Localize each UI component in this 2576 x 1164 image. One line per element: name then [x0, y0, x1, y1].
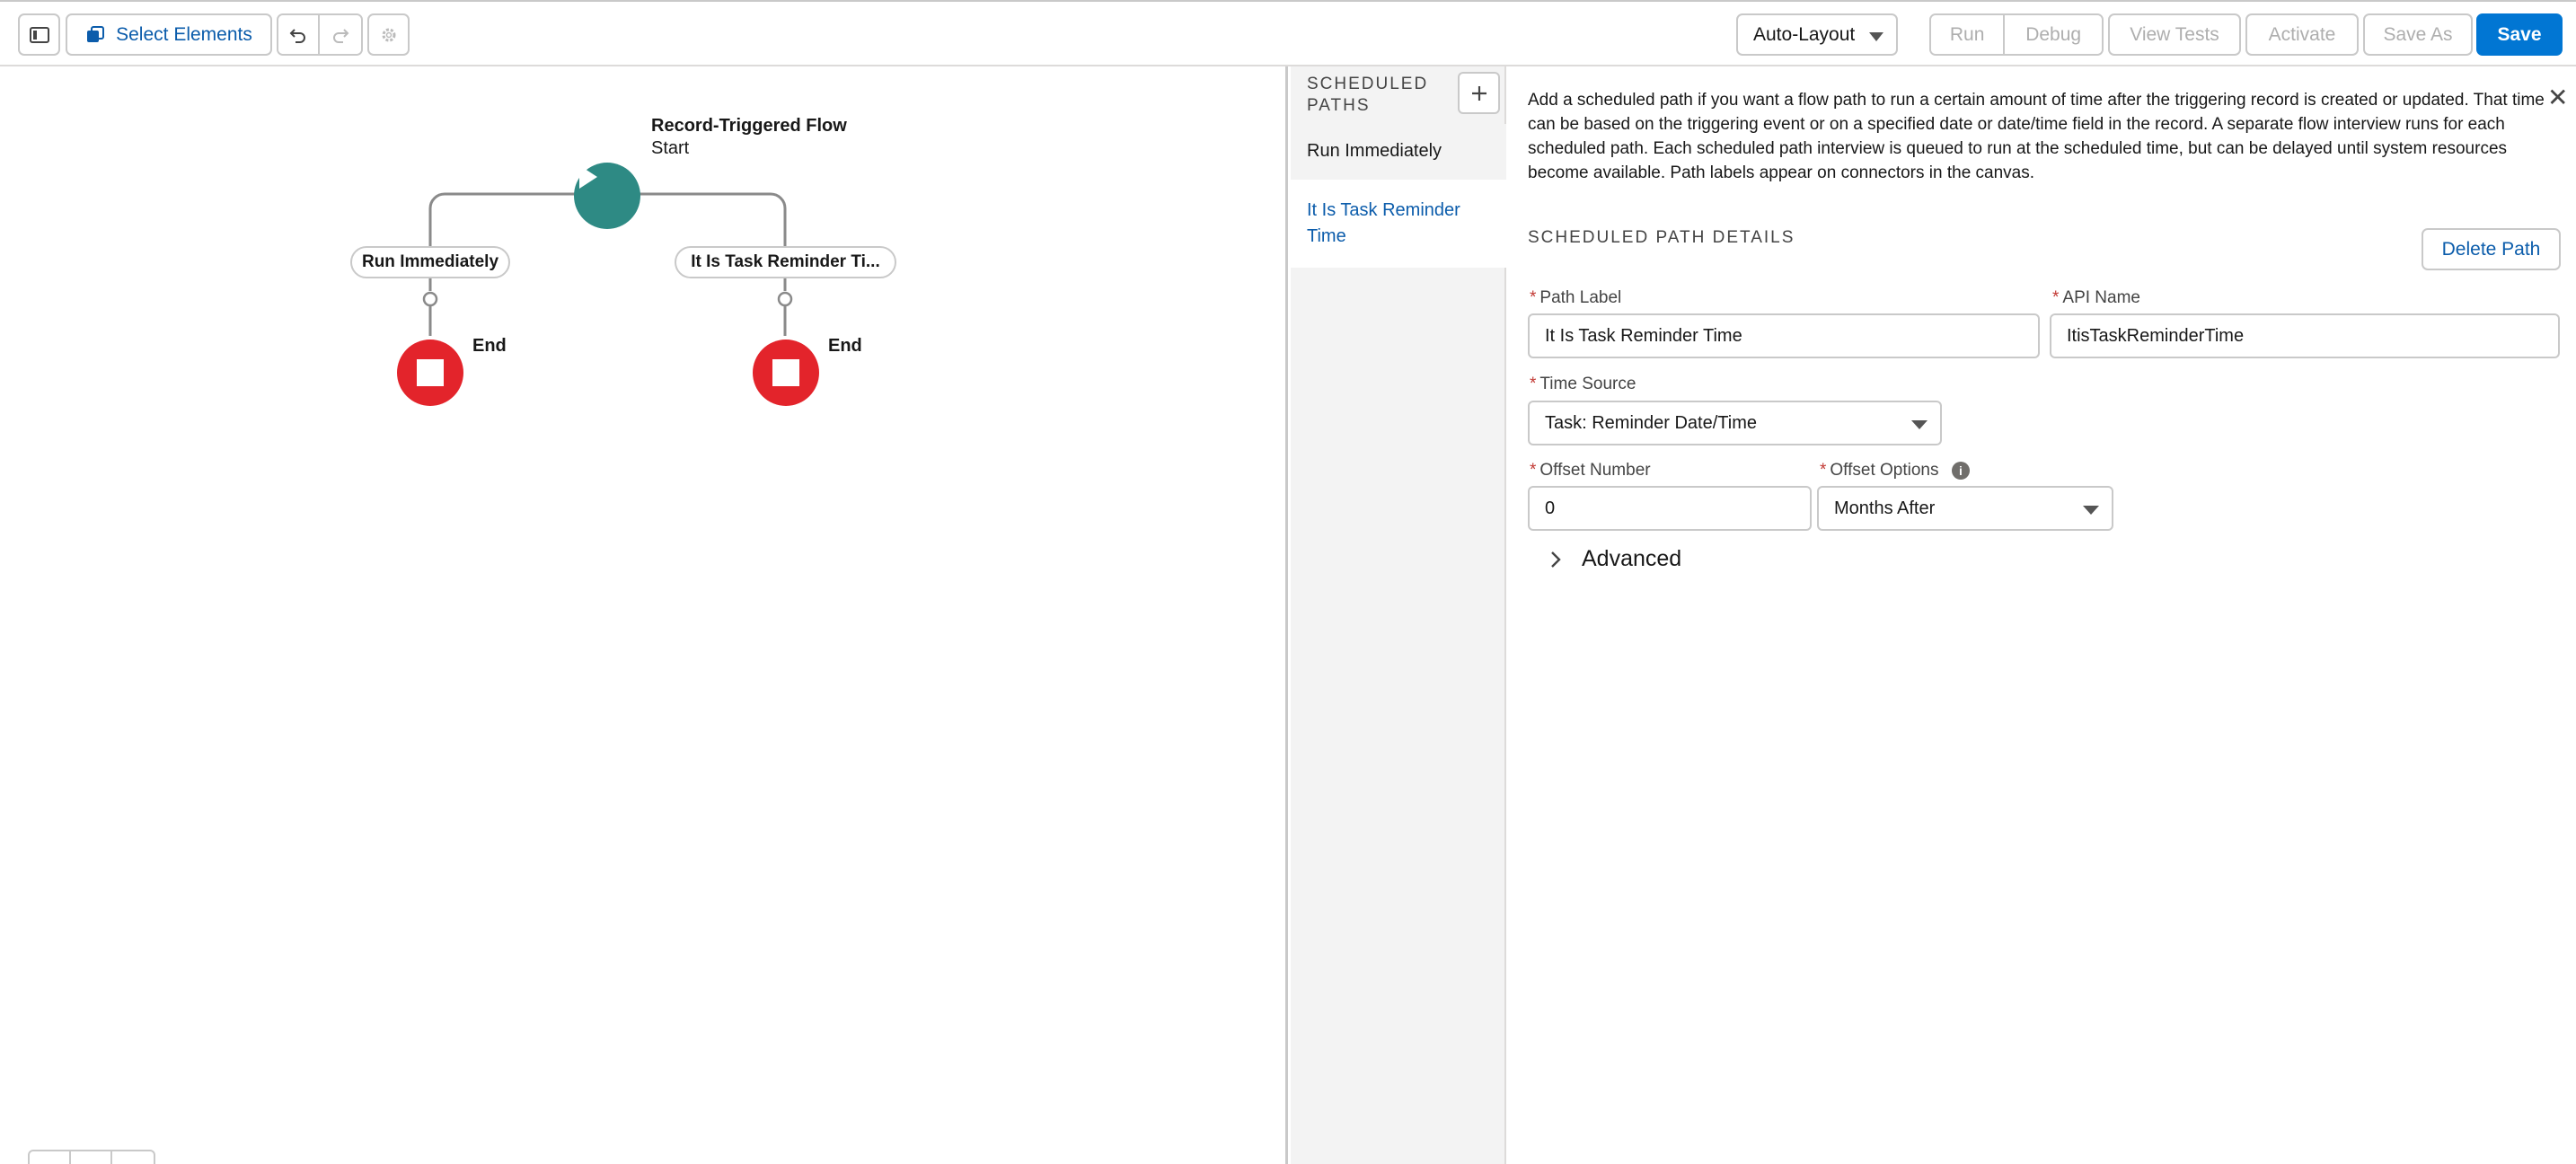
settings-button[interactable] — [367, 13, 410, 56]
info-icon[interactable]: i — [1952, 462, 1970, 480]
path-item-label: Run Immediately — [1307, 141, 1442, 161]
select-elements-button[interactable]: Select Elements — [66, 13, 272, 56]
close-icon[interactable]: ✕ — [2547, 83, 2568, 112]
stop-icon — [772, 359, 799, 386]
connector-left — [428, 192, 575, 246]
advanced-toggle[interactable]: Advanced — [1548, 546, 1681, 572]
path-details-panel: Add a scheduled path if you want a flow … — [1508, 66, 2576, 1164]
offset-number-label: * Offset Number — [1530, 461, 1651, 480]
scheduled-paths-panel: SCHEDULED PATHS Run Immediately It Is Ta… — [1291, 66, 1506, 1164]
api-name-label: * API Name — [2052, 288, 2140, 307]
toolbar: Select Elements Auto-Layout Run Debug Vi… — [0, 0, 2576, 66]
play-icon — [579, 165, 597, 189]
add-element-node-left[interactable] — [422, 291, 438, 307]
delete-path-button[interactable]: Delete Path — [2422, 228, 2561, 270]
start-node-subtitle: Start — [651, 138, 690, 158]
debug-button[interactable]: Debug — [2005, 15, 2102, 54]
path-label-label: * Path Label — [1530, 288, 1622, 307]
zoom-controls — [28, 1150, 155, 1164]
end-node-right[interactable] — [753, 340, 819, 406]
panel-icon — [29, 26, 49, 43]
undo-icon — [289, 28, 305, 43]
toggle-panel-button[interactable] — [18, 13, 60, 56]
undo-button[interactable] — [278, 15, 321, 54]
redo-button[interactable] — [320, 15, 361, 54]
add-scheduled-path-button[interactable] — [1458, 72, 1500, 114]
path-item-label: It Is Task Reminder Time — [1307, 200, 1460, 246]
chevron-right-icon — [1551, 551, 1561, 568]
branch-label-task-reminder[interactable]: It Is Task Reminder Ti... — [675, 246, 896, 278]
start-node-title: Record-Triggered Flow — [651, 116, 847, 136]
end-node-right-label: End — [828, 336, 862, 356]
view-tests-button[interactable]: View Tests — [2108, 13, 2241, 56]
api-name-input[interactable]: ItisTaskReminderTime — [2050, 313, 2560, 358]
start-node[interactable] — [574, 163, 640, 229]
save-button[interactable]: Save — [2476, 13, 2563, 56]
offset-options-label: * Offset Options — [1820, 461, 1939, 480]
layout-select[interactable]: Auto-Layout — [1736, 13, 1898, 56]
zoom-in-button[interactable] — [71, 1151, 112, 1164]
section-title: SCHEDULED PATH DETAILS — [1528, 228, 1795, 247]
flow-canvas[interactable]: Record-Triggered Flow Start Run Immediat… — [0, 66, 1288, 1164]
redo-icon — [333, 28, 349, 43]
save-as-button[interactable]: Save As — [2363, 13, 2473, 56]
description-text: Add a scheduled path if you want a flow … — [1528, 91, 2545, 182]
gear-icon — [382, 28, 395, 41]
layout-select-value: Auto-Layout — [1753, 23, 1856, 45]
offset-number-input[interactable]: 0 — [1528, 486, 1812, 531]
branch-label-run-immediately[interactable]: Run Immediately — [350, 246, 510, 278]
path-label-input[interactable]: It Is Task Reminder Time — [1528, 313, 2040, 358]
scheduled-paths-heading: SCHEDULED PATHS — [1307, 75, 1429, 115]
activate-button[interactable]: Activate — [2245, 13, 2359, 56]
advanced-label: Advanced — [1582, 546, 1682, 571]
zoom-out-button[interactable] — [112, 1151, 154, 1164]
zoom-fit-button[interactable] — [30, 1151, 71, 1164]
add-element-node-right[interactable] — [777, 291, 793, 307]
stop-icon — [417, 359, 444, 386]
run-debug-group: Run Debug — [1929, 13, 2104, 56]
connector-lines — [422, 192, 793, 336]
time-source-select[interactable]: Task: Reminder Date/Time — [1528, 401, 1942, 445]
offset-options-select[interactable]: Months After — [1817, 486, 2113, 531]
time-source-label: * Time Source — [1530, 375, 1636, 393]
path-item-run-immediately[interactable]: Run Immediately — [1291, 124, 1506, 180]
end-node-left[interactable] — [397, 340, 463, 406]
chevron-down-icon — [1911, 420, 1928, 429]
undo-redo-group — [277, 13, 363, 56]
chevron-down-icon — [1869, 32, 1883, 41]
path-item-task-reminder[interactable]: It Is Task Reminder Time — [1291, 180, 1506, 268]
chevron-down-icon — [2083, 506, 2099, 515]
connector-right — [640, 192, 787, 246]
select-elements-label: Select Elements — [116, 23, 252, 45]
end-node-left-label: End — [472, 336, 507, 356]
plus-icon — [1471, 85, 1486, 101]
select-elements-icon — [87, 25, 105, 42]
run-button[interactable]: Run — [1931, 15, 2006, 54]
